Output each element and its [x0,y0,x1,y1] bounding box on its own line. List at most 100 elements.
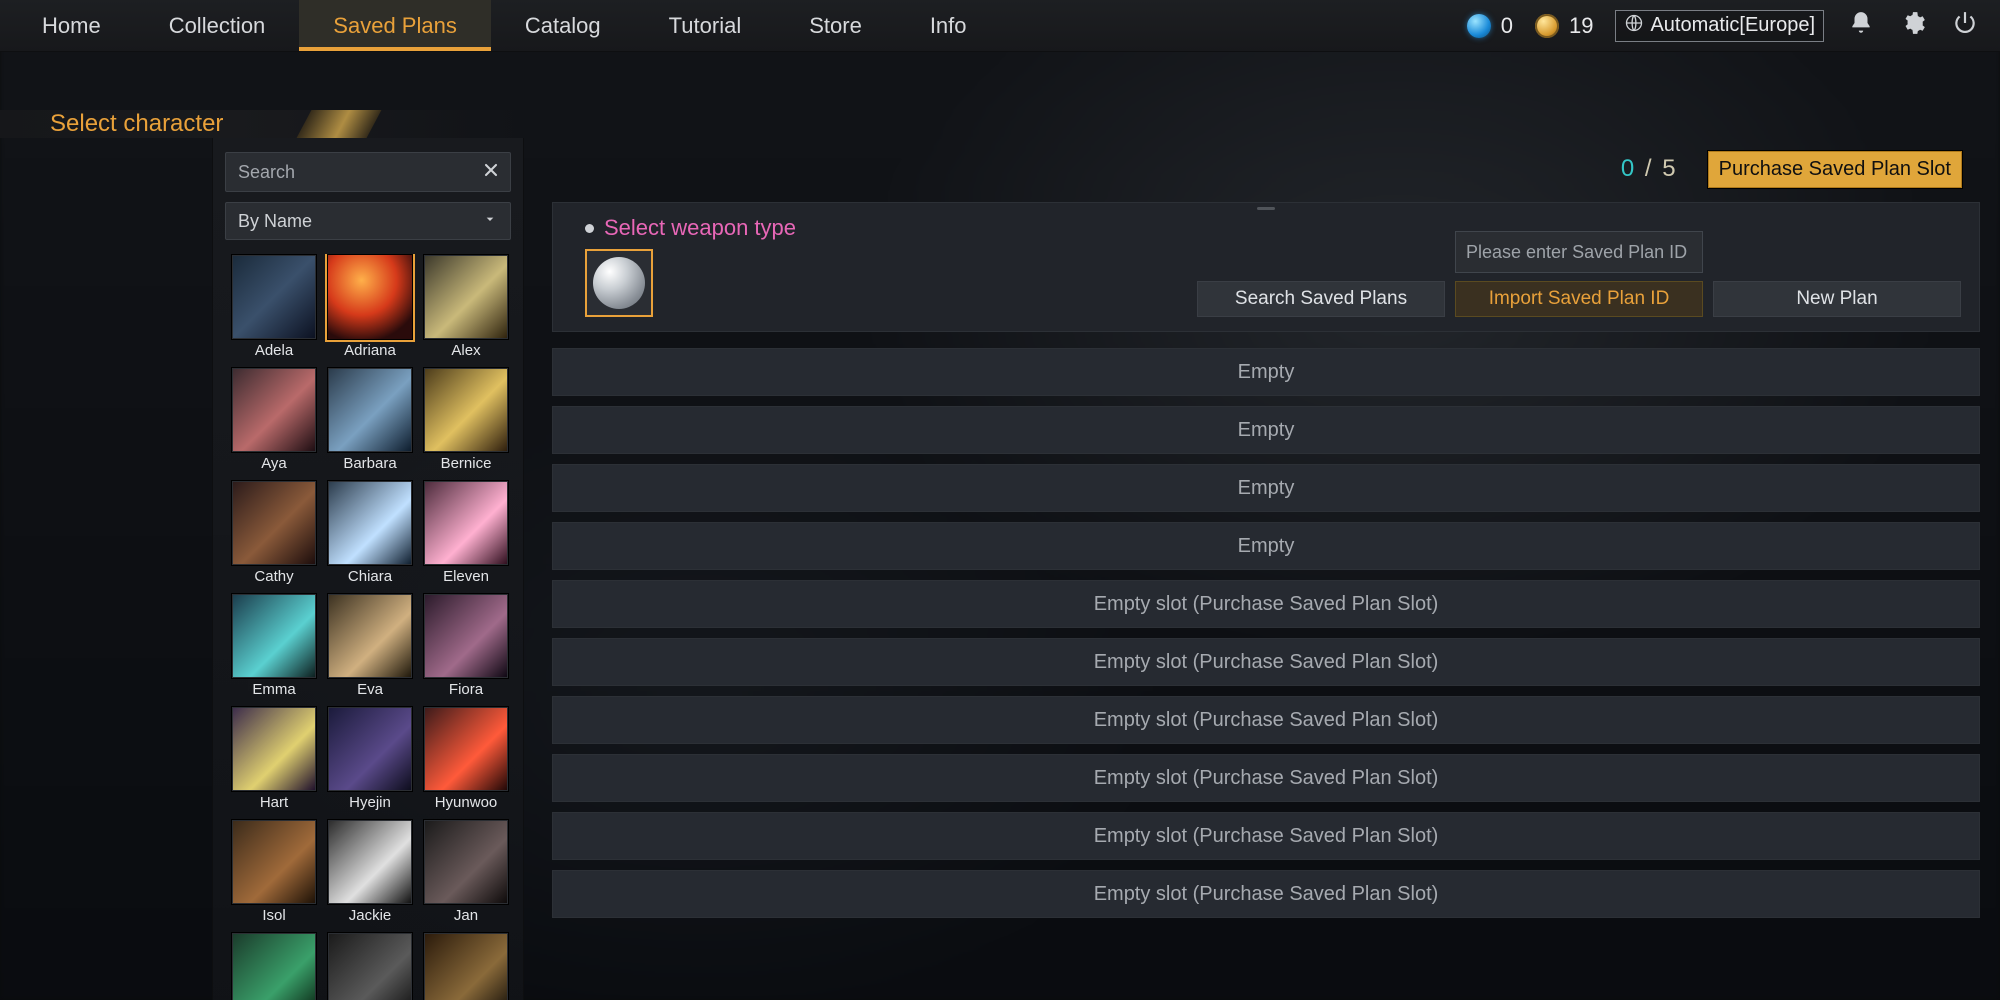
plan-id-input[interactable] [1455,231,1703,273]
character-hyunwoo[interactable]: Hyunwoo [423,706,509,811]
character-name-label: Hyejin [349,794,391,811]
plan-slot-row[interactable]: Empty slot (Purchase Saved Plan Slot) [552,754,1980,802]
weapon-placeholder-icon [593,257,645,309]
plan-header-actions: Search Saved Plans Import Saved Plan ID … [1197,231,1961,317]
plan-slot-row[interactable]: Empty [552,522,1980,570]
weapon-title-label: Select weapon type [604,215,796,241]
region-selector[interactable]: Automatic[Europe] [1615,10,1824,42]
plan-slot-row[interactable]: Empty slot (Purchase Saved Plan Slot) [552,580,1980,628]
character-adela[interactable]: Adela [231,254,317,359]
nav-tab-collection[interactable]: Collection [135,0,300,51]
character-unnamed-19[interactable] [327,932,413,1000]
nav-tab-catalog[interactable]: Catalog [491,0,635,51]
character-isol[interactable]: Isol [231,819,317,924]
import-plan-button[interactable]: Import Saved Plan ID [1455,281,1703,317]
character-portrait [423,254,509,340]
top-bar: HomeCollectionSaved PlansCatalogTutorial… [0,0,2000,52]
character-emma[interactable]: Emma [231,593,317,698]
character-name-label: Eleven [443,568,489,585]
character-portrait [423,819,509,905]
character-adriana[interactable]: Adriana [327,254,413,359]
settings-button[interactable] [1898,11,1928,41]
character-unnamed-20[interactable] [423,932,509,1000]
nav-tab-saved-plans[interactable]: Saved Plans [299,0,491,51]
character-name-label: Adela [255,342,293,359]
character-name-label: Aya [261,455,287,472]
character-name-label: Adriana [344,342,396,359]
character-portrait [327,932,413,1000]
weapon-type-slot[interactable] [585,249,653,317]
character-portrait [423,593,509,679]
character-cathy[interactable]: Cathy [231,480,317,585]
character-portrait [231,480,317,566]
currency-blue[interactable]: 0 [1467,13,1513,39]
panel-header: Select character [0,110,524,138]
character-chiara[interactable]: Chiara [327,480,413,585]
character-name-label: Cathy [254,568,293,585]
panel-title: Select character [50,110,223,138]
purchase-slot-button[interactable]: Purchase Saved Plan Slot [1708,151,1962,188]
character-portrait [423,706,509,792]
drag-handle-icon [1257,207,1275,210]
slot-counter: 0 / 5 [1621,155,1678,183]
character-portrait [231,254,317,340]
plan-slot-row[interactable]: Empty slot (Purchase Saved Plan Slot) [552,870,1980,918]
character-portrait [231,932,317,1000]
nav-tab-home[interactable]: Home [8,0,135,51]
plan-slot-row[interactable]: Empty slot (Purchase Saved Plan Slot) [552,812,1980,860]
currency-gold-value: 19 [1569,13,1593,39]
character-eleven[interactable]: Eleven [423,480,509,585]
search-clear-button[interactable] [475,156,507,188]
character-jan[interactable]: Jan [423,819,509,924]
acoin-icon [1535,14,1559,38]
character-portrait [423,932,509,1000]
character-portrait [327,706,413,792]
character-name-label: Bernice [441,455,492,472]
notifications-button[interactable] [1846,11,1876,41]
character-name-label: Eva [357,681,383,698]
weapon-title: Select weapon type [585,215,796,241]
character-barbara[interactable]: Barbara [327,367,413,472]
plan-slot-list: Empty Empty Empty Empty Empty slot (Purchase… [552,348,1980,918]
region-label: Automatic[Europe] [1650,14,1815,37]
np-coin-icon [1467,14,1491,38]
character-search-input[interactable] [225,152,511,192]
power-icon [1952,10,1978,41]
currency-gold[interactable]: 19 [1535,13,1593,39]
plan-slot-row[interactable]: Empty [552,464,1980,512]
plan-slot-row[interactable]: Empty [552,348,1980,396]
power-button[interactable] [1950,11,1980,41]
character-bernice[interactable]: Bernice [423,367,509,472]
character-fiora[interactable]: Fiora [423,593,509,698]
header-stripe [297,110,382,138]
plan-slot-row[interactable]: Empty slot (Purchase Saved Plan Slot) [552,696,1980,744]
character-aya[interactable]: Aya [231,367,317,472]
search-row [225,152,511,192]
character-portrait [231,819,317,905]
nav-tab-tutorial[interactable]: Tutorial [635,0,776,51]
nav-tabs: HomeCollectionSaved PlansCatalogTutorial… [0,0,1001,51]
character-panel: Select character By Name Adela Adriana Ale… [0,110,524,1000]
sort-dropdown[interactable]: By Name [225,202,511,240]
character-hart[interactable]: Hart [231,706,317,811]
character-portrait [231,706,317,792]
gear-icon [1900,10,1926,41]
search-plans-button[interactable]: Search Saved Plans [1197,281,1445,317]
nav-tab-store[interactable]: Store [775,0,896,51]
new-plan-button[interactable]: New Plan [1713,281,1961,317]
character-unnamed-18[interactable] [231,932,317,1000]
character-portrait [327,367,413,453]
bell-icon [1848,10,1874,41]
character-eva[interactable]: Eva [327,593,413,698]
character-alex[interactable]: Alex [423,254,509,359]
nav-tab-info[interactable]: Info [896,0,1001,51]
character-portrait [327,819,413,905]
character-portrait [231,593,317,679]
plan-slot-row[interactable]: Empty [552,406,1980,454]
character-scroll[interactable]: Adela Adriana Alex Aya Barbara Bernice Cathy Ch… [213,254,523,1000]
plan-topbar: 0 / 5 Purchase Saved Plan Slot [552,148,1980,190]
character-hyejin[interactable]: Hyejin [327,706,413,811]
plan-slot-row[interactable]: Empty slot (Purchase Saved Plan Slot) [552,638,1980,686]
character-jackie[interactable]: Jackie [327,819,413,924]
character-portrait [327,480,413,566]
